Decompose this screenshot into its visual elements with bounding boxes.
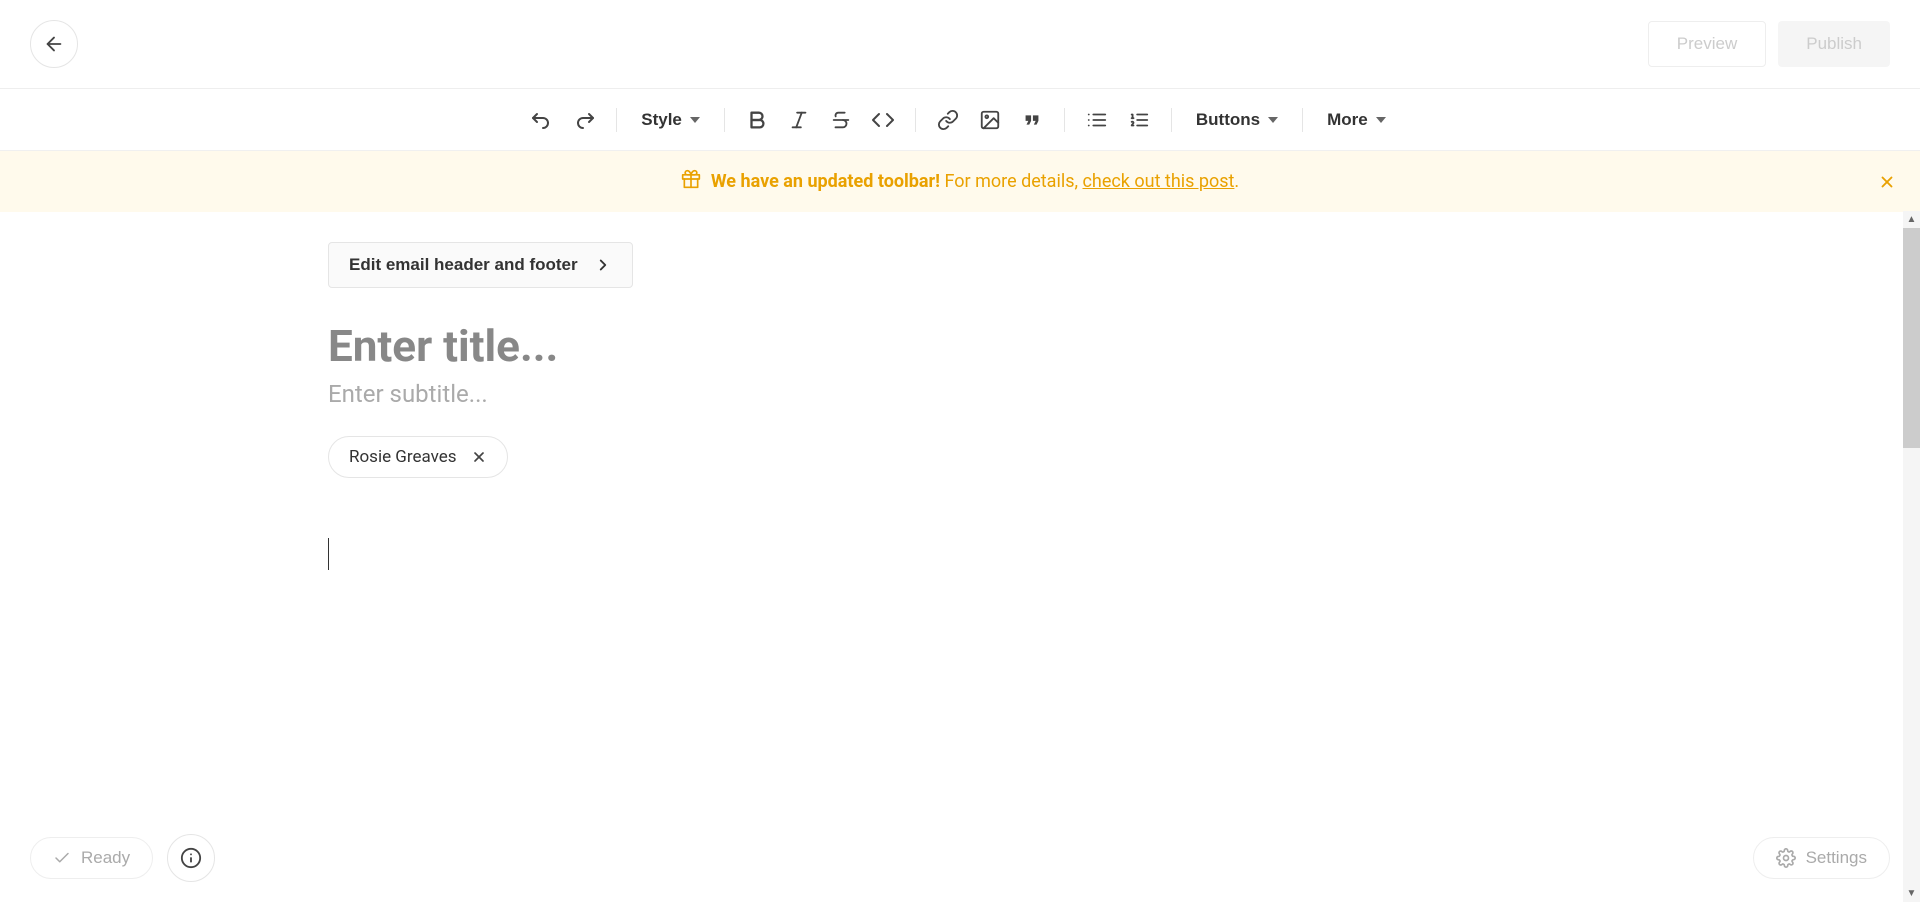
content-area: Edit email header and footer Rosie Greav… <box>0 212 1920 903</box>
banner-link[interactable]: check out this post <box>1083 171 1235 192</box>
undo-button[interactable] <box>528 106 556 134</box>
buttons-label: Buttons <box>1196 110 1260 130</box>
gear-icon <box>1776 848 1796 868</box>
link-button[interactable] <box>934 106 962 134</box>
bullet-list-icon <box>1086 109 1108 131</box>
strikethrough-icon <box>830 109 852 131</box>
more-dropdown[interactable]: More <box>1321 106 1392 134</box>
scrollbar-thumb[interactable] <box>1903 228 1920 448</box>
numbered-list-button[interactable] <box>1125 106 1153 134</box>
close-icon <box>471 449 487 465</box>
bold-button[interactable] <box>743 106 771 134</box>
check-icon <box>53 849 71 867</box>
banner-text: For more details, <box>944 171 1082 192</box>
header-actions: Preview Publish <box>1648 21 1890 67</box>
settings-button[interactable]: Settings <box>1753 837 1890 879</box>
ready-label: Ready <box>81 848 130 868</box>
strikethrough-button[interactable] <box>827 106 855 134</box>
image-button[interactable] <box>976 106 1004 134</box>
bullet-list-button[interactable] <box>1083 106 1111 134</box>
content-inner: Edit email header and footer Rosie Greav… <box>328 242 1068 738</box>
bottom-left: Ready <box>30 834 215 882</box>
bold-icon <box>746 109 768 131</box>
title-input[interactable] <box>328 320 1068 372</box>
preview-button[interactable]: Preview <box>1648 21 1766 67</box>
back-button[interactable] <box>30 20 78 68</box>
quote-button[interactable] <box>1018 106 1046 134</box>
redo-button[interactable] <box>570 106 598 134</box>
code-button[interactable] <box>869 106 897 134</box>
chevron-right-icon <box>594 256 612 274</box>
text-cursor <box>328 538 329 570</box>
author-chip: Rosie Greaves <box>328 436 508 478</box>
publish-button[interactable]: Publish <box>1778 21 1890 67</box>
image-icon <box>979 109 1001 131</box>
link-icon <box>937 109 959 131</box>
chevron-down-icon <box>690 117 700 123</box>
settings-label: Settings <box>1806 848 1867 868</box>
subtitle-input[interactable] <box>328 380 1068 408</box>
style-dropdown[interactable]: Style <box>635 106 706 134</box>
code-icon <box>871 108 895 132</box>
quote-icon <box>1021 109 1043 131</box>
scrollbar-up-arrow[interactable]: ▲ <box>1903 211 1920 228</box>
style-label: Style <box>641 110 682 130</box>
close-icon <box>1878 173 1896 191</box>
gift-icon <box>681 169 701 194</box>
redo-icon <box>572 108 596 132</box>
edit-email-header-button[interactable]: Edit email header and footer <box>328 242 633 288</box>
numbered-list-icon <box>1128 109 1150 131</box>
banner-content: We have an updated toolbar! For more det… <box>681 169 1239 194</box>
banner-close-button[interactable] <box>1878 173 1896 191</box>
top-header: Preview Publish <box>0 0 1920 89</box>
edit-header-label: Edit email header and footer <box>349 255 578 275</box>
chevron-down-icon <box>1268 117 1278 123</box>
arrow-left-icon <box>43 33 65 55</box>
banner-period: . <box>1234 171 1239 192</box>
scrollbar-track[interactable]: ▲ ▼ <box>1903 211 1920 902</box>
author-remove-button[interactable] <box>471 449 487 465</box>
info-icon <box>180 847 202 869</box>
author-name: Rosie Greaves <box>349 447 457 467</box>
info-button[interactable] <box>167 834 215 882</box>
bottom-bar: Ready Settings <box>0 834 1920 882</box>
notification-banner: We have an updated toolbar! For more det… <box>0 151 1920 212</box>
editor-toolbar: Style <box>0 89 1920 151</box>
banner-bold-text: We have an updated toolbar! <box>711 171 940 192</box>
ready-button[interactable]: Ready <box>30 837 153 879</box>
scrollbar-down-arrow[interactable]: ▼ <box>1903 885 1920 902</box>
chevron-down-icon <box>1376 117 1386 123</box>
undo-icon <box>530 108 554 132</box>
more-label: More <box>1327 110 1368 130</box>
editor-body[interactable] <box>328 538 1068 738</box>
buttons-dropdown[interactable]: Buttons <box>1190 106 1284 134</box>
italic-icon <box>788 109 810 131</box>
italic-button[interactable] <box>785 106 813 134</box>
